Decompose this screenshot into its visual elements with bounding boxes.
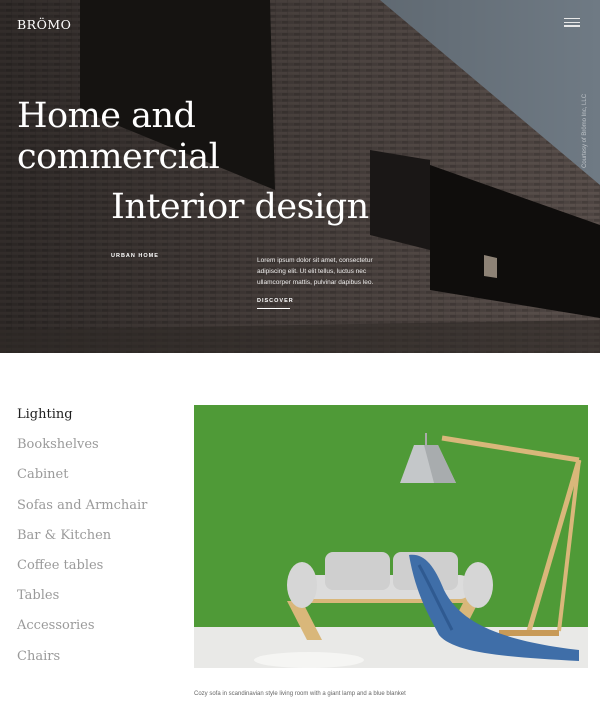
featured-product-image xyxy=(194,405,588,668)
hero-section: BRÖMO Courtesy of Brömo Inc, LLC Home an… xyxy=(0,0,600,353)
hero-headline-line-1: Home and xyxy=(17,96,196,136)
logo[interactable]: BRÖMO xyxy=(17,17,71,32)
hamburger-icon[interactable] xyxy=(564,18,580,30)
category-item-tables[interactable]: Tables xyxy=(17,585,147,615)
discover-link[interactable]: DISCOVER xyxy=(257,298,294,304)
hero-description: Lorem ipsum dolor sit amet, consectetur … xyxy=(257,257,374,286)
discover-underline xyxy=(257,308,290,309)
image-caption: Cozy sofa in scandinavian style living r… xyxy=(194,691,406,697)
category-item-sofas-and-armchair[interactable]: Sofas and Armchair xyxy=(17,495,147,525)
category-item-lighting[interactable]: Lighting xyxy=(17,404,147,434)
category-item-bookshelves[interactable]: Bookshelves xyxy=(17,434,147,464)
category-item-accessories[interactable]: Accessories xyxy=(17,615,147,645)
category-list: Lighting Bookshelves Cabinet Sofas and A… xyxy=(17,404,147,676)
category-item-coffee-tables[interactable]: Coffee tables xyxy=(17,555,147,585)
category-item-chairs[interactable]: Chairs xyxy=(17,646,147,676)
category-item-bar-and-kitchen[interactable]: Bar & Kitchen xyxy=(17,525,147,555)
hero-headline-line-2: commercial xyxy=(17,137,220,177)
hero-tag: URBAN HOME xyxy=(111,253,159,259)
category-item-cabinet[interactable]: Cabinet xyxy=(17,464,147,494)
photo-credit: Courtesy of Brömo Inc, LLC xyxy=(582,93,588,168)
hero-headline-line-3: Interior design xyxy=(111,187,369,227)
